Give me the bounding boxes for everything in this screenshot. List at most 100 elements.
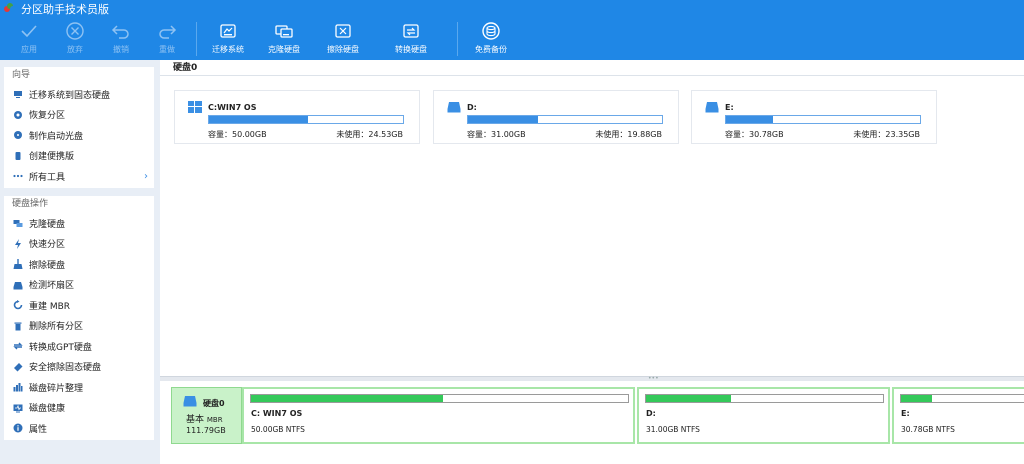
sidebar-item-label: 快速分区	[29, 240, 66, 251]
partition-name: C:WIN7 OS	[208, 103, 257, 112]
partition-usage-fill	[646, 395, 732, 402]
check-icon	[21, 25, 37, 38]
free-backup-button[interactable]: 免费备份	[464, 18, 518, 60]
eraser-icon	[13, 362, 23, 372]
sidebar-item-label: 转换成GPT硬盘	[29, 342, 92, 353]
windows-icon	[188, 101, 202, 113]
sidebar-item-portable[interactable]: 创建便携版	[4, 146, 154, 167]
usage-bar	[467, 115, 663, 124]
sidebar-item-label: 安全擦除固态硬盘	[29, 363, 102, 374]
toolbar: 应用 放弃 撤销 重做 迁移系统 克隆硬盘 擦除硬盘 转换硬盘 免费备份	[0, 18, 1024, 60]
disk-map-partition-d[interactable]: D: 31.00GB NTFS	[637, 387, 890, 444]
sidebar-item-rebuild-mbr[interactable]: 重建 MBR	[4, 295, 154, 316]
app-title: 分区助手技术员版	[21, 3, 109, 16]
redo-button[interactable]: 重做	[144, 18, 190, 60]
sidebar-item-disk-health[interactable]: 磁盘健康	[4, 398, 154, 419]
migrate-os-button[interactable]: 迁移系统	[203, 18, 253, 60]
free-space-text: 未使用：24.53GB	[336, 130, 403, 139]
capacity-text: 容量：30.78GB	[725, 130, 784, 139]
partition-name: E:	[725, 103, 734, 112]
lightning-icon	[13, 238, 23, 249]
sidebar-item-recover-partition[interactable]: 恢复分区	[4, 105, 154, 126]
partition-card-e[interactable]: E: 容量：30.78GB 未使用：23.35GB	[691, 90, 937, 144]
sidebar-item-label: 制作启动光盘	[29, 131, 84, 142]
free-space-text: 未使用：19.88GB	[595, 130, 662, 139]
partition-card-d[interactable]: D: 容量：31.00GB 未使用：19.88GB	[433, 90, 679, 144]
sidebar-item-label: 磁盘碎片整理	[29, 383, 84, 394]
partition-name: C: WIN7 OS	[251, 409, 303, 418]
sidebar-item-convert-gpt[interactable]: 转换成GPT硬盘	[4, 336, 154, 357]
clone-disk-button[interactable]: 克隆硬盘	[253, 18, 315, 60]
disk-type: 基本 MBR	[186, 412, 223, 425]
partition-usage-fill	[901, 395, 932, 402]
title-bar: 分区助手技术员版	[0, 0, 1024, 18]
drive-icon	[447, 102, 461, 113]
capacity-text: 容量：50.00GB	[208, 130, 267, 139]
capacity-text: 容量：31.00GB	[467, 130, 526, 139]
migrate-os-icon	[220, 24, 236, 38]
partition-usage-bar	[250, 394, 629, 403]
portable-icon	[13, 151, 23, 161]
drive-icon	[183, 396, 197, 407]
sidebar-item-properties[interactable]: 属性	[4, 418, 154, 439]
rebuild-icon	[13, 300, 23, 310]
disk-map-partition-c[interactable]: C: WIN7 OS 50.00GB NTFS	[242, 387, 635, 444]
broom-icon	[13, 259, 23, 270]
toolbar-separator	[457, 22, 458, 56]
disk-map-partition-e[interactable]: E: 30.78GB NTFS	[892, 387, 1024, 444]
partition-usage-fill	[251, 395, 444, 402]
disk-label[interactable]: 硬盘0 基本 MBR 111.79GB	[171, 387, 242, 444]
sidebar-item-migrate-ssd[interactable]: 迁移系统到固态硬盘	[4, 84, 154, 105]
migrate-ssd-icon	[13, 89, 23, 99]
disk-type-text: 基本	[186, 415, 205, 425]
wipe-disk-icon	[335, 24, 351, 38]
partition-name: E:	[901, 409, 910, 418]
convert-disk-button[interactable]: 转换硬盘	[371, 18, 451, 60]
disk-partition-style: MBR	[206, 416, 223, 424]
sidebar-item-boot-disc[interactable]: 制作启动光盘	[4, 125, 154, 146]
sidebar-item-check-bad-sectors[interactable]: 检测坏扇区	[4, 275, 154, 296]
sidebar-item-label: 擦除硬盘	[29, 260, 66, 271]
sidebar-item-all-tools[interactable]: 所有工具 ›	[4, 166, 154, 187]
drive-icon	[705, 102, 719, 113]
wizard-panel-title: 向导	[12, 70, 31, 80]
disk-check-icon	[13, 280, 23, 290]
disk-name: 硬盘0	[203, 399, 225, 408]
free-space-text: 未使用：23.35GB	[853, 130, 920, 139]
sidebar-item-secure-erase-ssd[interactable]: 安全擦除固态硬盘	[4, 357, 154, 378]
partition-info: 31.00GB NTFS	[646, 425, 700, 434]
partition-card-c[interactable]: C:WIN7 OS 容量：50.00GB 未使用：24.53GB	[174, 90, 420, 144]
defrag-icon	[13, 382, 23, 392]
wipe-disk-button[interactable]: 擦除硬盘	[315, 18, 371, 60]
disk-ops-panel-title: 硬盘操作	[12, 199, 49, 209]
trash-icon	[13, 321, 23, 331]
partition-name: D:	[646, 409, 656, 418]
partition-usage-bar	[645, 394, 884, 403]
sidebar-item-label: 重建 MBR	[29, 301, 71, 312]
wizard-panel: 向导 迁移系统到固态硬盘 恢复分区 制作启动光盘 创建便携版 所有工具 ›	[4, 67, 154, 188]
undo-button[interactable]: 撤销	[98, 18, 144, 60]
cancel-circle-icon	[66, 22, 84, 40]
sidebar-item-label: 属性	[29, 424, 48, 435]
more-dots-icon	[13, 171, 23, 181]
sidebar-item-delete-all-partitions[interactable]: 删除所有分区	[4, 316, 154, 337]
sidebar-item-label: 恢复分区	[29, 111, 66, 122]
partition-usage-bar	[900, 394, 1024, 403]
main-area: 硬盘0 C:WIN7 OS 容量：50.00GB 未使用：24.53GB D: …	[160, 60, 1024, 464]
disk-ops-panel: 硬盘操作 克隆硬盘 快速分区 擦除硬盘 检测坏扇区 重建 MBR 删除所有分区 …	[4, 196, 154, 440]
backup-icon	[482, 22, 500, 40]
discard-button[interactable]: 放弃	[52, 18, 98, 60]
clone-disk-icon	[13, 218, 23, 228]
sidebar-item-quick-partition[interactable]: 快速分区	[4, 234, 154, 255]
sidebar-item-wipe-disk[interactable]: 擦除硬盘	[4, 254, 154, 275]
disk-size: 111.79GB	[186, 426, 226, 435]
convert-disk-icon	[403, 24, 419, 38]
sidebar-item-defrag[interactable]: 磁盘碎片整理	[4, 377, 154, 398]
sidebar: 向导 迁移系统到固态硬盘 恢复分区 制作启动光盘 创建便携版 所有工具 › 硬盘…	[0, 60, 160, 464]
usage-bar-fill	[209, 116, 308, 123]
apply-button[interactable]: 应用	[6, 18, 52, 60]
usage-bar-fill	[468, 116, 538, 123]
partition-name: D:	[467, 103, 477, 112]
sidebar-item-clone-disk[interactable]: 克隆硬盘	[4, 213, 154, 234]
sidebar-item-label: 迁移系统到固态硬盘	[29, 90, 111, 101]
